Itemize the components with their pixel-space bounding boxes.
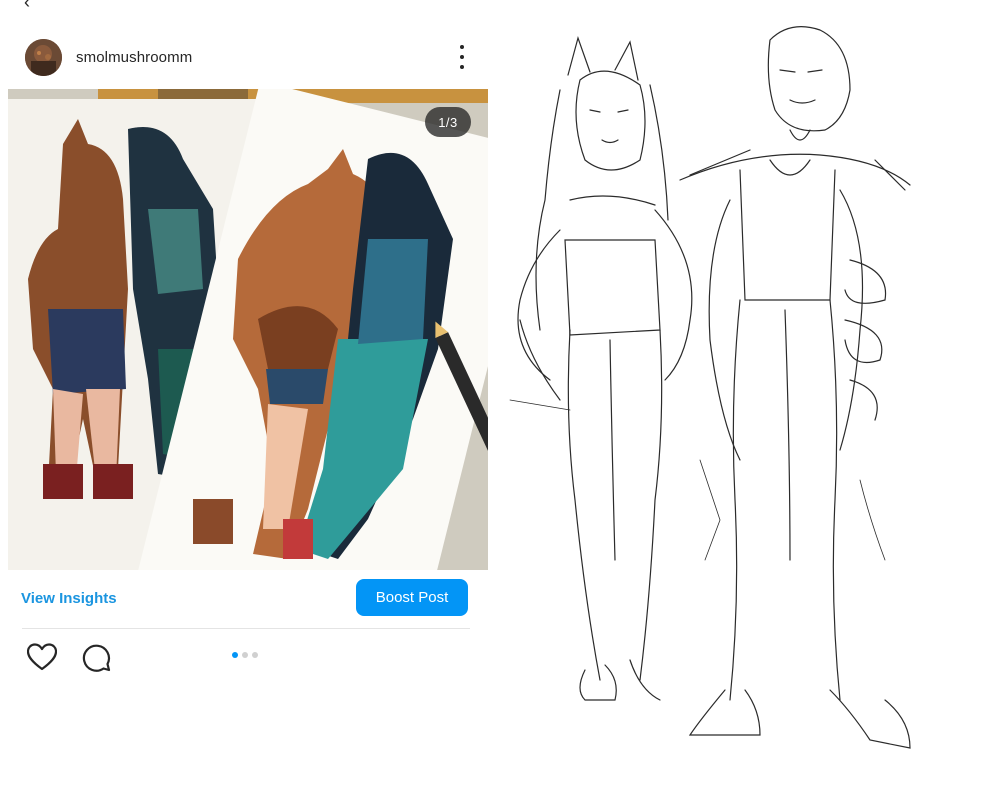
avatar[interactable] (25, 38, 62, 76)
comment-icon[interactable] (81, 642, 111, 672)
view-insights-link[interactable]: View Insights (21, 590, 117, 607)
boost-post-button[interactable]: Boost Post (356, 579, 468, 616)
post-image[interactable] (8, 89, 488, 570)
more-vertical-icon[interactable] (454, 45, 470, 69)
carousel-indicator (232, 652, 258, 658)
instagram-post: ‹ smolmushroomm 1/3 View Insights Boost … (0, 0, 490, 787)
username[interactable]: smolmushroomm (76, 49, 192, 66)
pencil-sketch-image (490, 0, 1000, 787)
chevron-left-icon[interactable]: ‹ (24, 0, 30, 13)
divider (22, 628, 470, 629)
carousel-dot (242, 652, 248, 658)
heart-icon[interactable] (27, 643, 57, 671)
image-counter: 1/3 (425, 107, 471, 137)
carousel-dot-active (232, 652, 238, 658)
carousel-dot (252, 652, 258, 658)
post-header: smolmushroomm (25, 38, 470, 76)
